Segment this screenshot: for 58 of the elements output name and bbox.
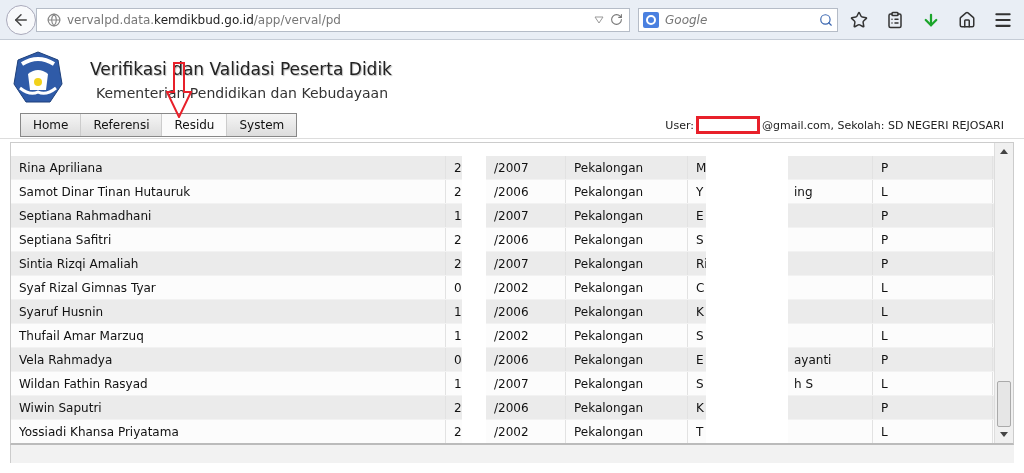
clipboard-icon[interactable]: [886, 10, 904, 29]
table-cell: P: [873, 348, 993, 371]
reload-icon[interactable]: [610, 13, 623, 26]
nav-tab[interactable]: System: [227, 114, 297, 136]
table-cell: L: [873, 300, 993, 323]
table-cell: Septiana Safitri: [11, 228, 446, 251]
table-cell: P: [873, 228, 993, 251]
table-cell: L: [873, 372, 993, 395]
table-cell: L: [873, 324, 993, 347]
table-cell: P: [873, 156, 993, 179]
table-cell: Sintia Rizqi Amaliah: [11, 252, 446, 275]
table-cell: Vela Rahmadya: [11, 348, 446, 371]
table-cell: L: [873, 180, 993, 203]
table-cell: Yossiadi Khansa Priyatama: [11, 420, 446, 443]
table-cell: Rina Apriliana: [11, 156, 446, 179]
home-icon[interactable]: [958, 10, 976, 29]
cell-fragment: ing: [794, 184, 813, 199]
table-cell: P: [873, 396, 993, 419]
back-button[interactable]: [6, 4, 36, 35]
table-cell: Pekalongan: [566, 348, 688, 371]
table-cell: Syaf Rizal Gimnas Tyar: [11, 276, 446, 299]
search-field[interactable]: Google: [638, 7, 838, 32]
address-bar[interactable]: vervalpd.data.kemdikbud.go.id/app/verval/pd: [36, 7, 630, 32]
table-cell: Pekalongan: [566, 156, 688, 179]
table-cell: Wildan Fathin Rasyad: [11, 372, 446, 395]
table-cell: L: [873, 420, 993, 443]
table-cell: L: [873, 276, 993, 299]
table-cell: Thufail Amar Marzuq: [11, 324, 446, 347]
table-cell: P: [873, 204, 993, 227]
table-cell: Pekalongan: [566, 204, 688, 227]
nav-tab[interactable]: Home: [21, 114, 82, 136]
search-icon[interactable]: [819, 12, 833, 27]
table-cell: Pekalongan: [566, 300, 688, 323]
star-icon[interactable]: [850, 10, 868, 29]
redaction-box: [695, 116, 760, 134]
scrollbar[interactable]: [994, 143, 1013, 443]
table-cell: Pekalongan: [566, 372, 688, 395]
table-cell: Septiana Rahmadhani: [11, 204, 446, 227]
user-info: @gmail.com, Sekolah: SD NEGERI REJOSARI: [761, 118, 1004, 132]
table-cell: Samot Dinar Tinan Hutauruk: [11, 180, 446, 203]
search-engine-icon[interactable]: [643, 11, 659, 28]
table-cell: Pekalongan: [566, 180, 688, 203]
dropdown-icon[interactable]: [594, 15, 604, 24]
cell-fragment: ayanti: [794, 352, 832, 367]
table-cell: P: [873, 252, 993, 275]
table-cell: Pekalongan: [566, 420, 688, 443]
table-cell: Pekalongan: [566, 276, 688, 299]
nav-tab[interactable]: Residu: [162, 114, 228, 136]
globe-icon: [47, 12, 61, 27]
table-cell: Wiwin Saputri: [11, 396, 446, 419]
nav-tab[interactable]: Referensi: [81, 114, 163, 136]
table-cell: Syaruf Husnin: [11, 300, 446, 323]
table-cell: Pekalongan: [566, 324, 688, 347]
cell-fragment: h S: [794, 376, 814, 391]
table-cell: Pekalongan: [566, 396, 688, 419]
table-cell: Pekalongan: [566, 252, 688, 275]
table-cell: Pekalongan: [566, 228, 688, 251]
user-label: User:: [665, 118, 694, 132]
